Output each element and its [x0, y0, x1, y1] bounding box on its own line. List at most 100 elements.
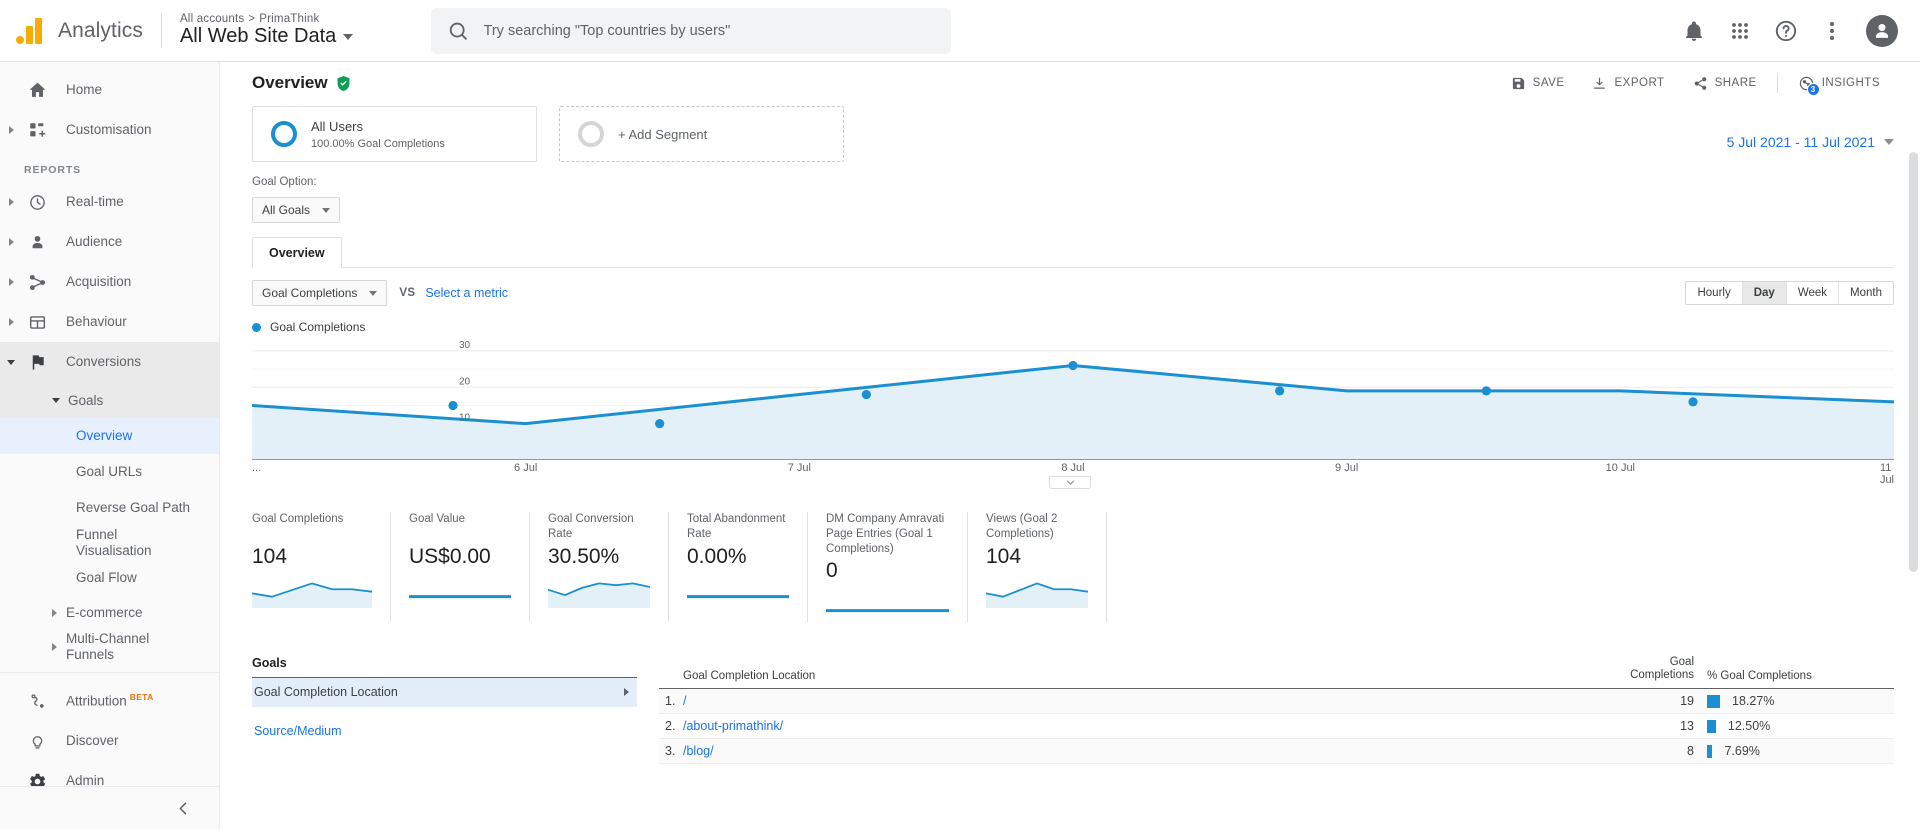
segment-ring-icon	[578, 121, 604, 147]
select-a-metric-link[interactable]: Select a metric	[425, 286, 508, 300]
svg-text:30: 30	[459, 340, 471, 351]
more-options-icon[interactable]	[1820, 19, 1844, 43]
sidebar-item-multi-channel-funnels[interactable]: Multi-Channel Funnels	[0, 630, 219, 664]
sidebar-item-label: Customisation	[66, 122, 152, 138]
share-icon	[1694, 76, 1706, 90]
sidebar-item-home[interactable]: Home	[0, 70, 219, 110]
sidebar-item-reverse-goal-path[interactable]: Reverse Goal Path	[0, 490, 219, 526]
granularity-toggle: Hourly Day Week Month	[1685, 281, 1894, 305]
sidebar-item-discover[interactable]: Discover	[0, 721, 219, 761]
clock-icon	[22, 193, 52, 212]
kpi-card[interactable]: DM Company Amravati Page Entries (Goal 1…	[808, 512, 968, 622]
granularity-week[interactable]: Week	[1786, 282, 1840, 304]
apps-grid-icon[interactable]	[1728, 19, 1752, 43]
chevron-down-icon	[369, 290, 378, 296]
granularity-month[interactable]: Month	[1839, 282, 1893, 304]
breadcrumb-separator: >	[248, 13, 256, 25]
help-icon[interactable]	[1774, 19, 1798, 43]
collapse-sidebar-button[interactable]	[0, 786, 219, 830]
save-button[interactable]: SAVE	[1497, 70, 1579, 96]
tab-overview[interactable]: Overview	[252, 237, 342, 268]
sidebar-item-conversions[interactable]: Conversions	[0, 342, 219, 382]
share-button[interactable]: SHARE	[1679, 70, 1771, 96]
sidebar-item-label: Goal URLs	[76, 464, 143, 480]
avatar[interactable]	[1866, 14, 1898, 47]
search-bar[interactable]	[431, 7, 952, 54]
view-name-label: All Web Site Data	[179, 25, 337, 47]
sidebar-item-customisation[interactable]: Customisation	[0, 110, 219, 150]
export-button[interactable]: EXPORT	[1578, 70, 1678, 96]
sidebar-item-label: E-commerce	[66, 605, 143, 621]
insights-label: INSIGHTS	[1821, 77, 1880, 89]
flag-icon	[22, 353, 52, 372]
verified-shield-icon	[337, 75, 350, 91]
kpi-card[interactable]: Goal Conversion Rate 30.50%	[530, 512, 669, 622]
expand-arrow-icon	[52, 643, 57, 651]
kpi-card[interactable]: Goal Completions 104	[252, 512, 391, 622]
notifications-bell-icon[interactable]	[1682, 19, 1706, 43]
goal-option-select[interactable]: All Goals	[252, 197, 341, 223]
sidebar-item-behaviour[interactable]: Behaviour	[0, 302, 219, 342]
kpi-row: Goal Completions 104 Goal Value US$0.00 Goal…	[252, 512, 1894, 622]
insights-button[interactable]: 3 INSIGHTS	[1784, 70, 1894, 96]
row-location-link[interactable]: /about-primathink/	[683, 719, 1602, 733]
expand-arrow-icon	[0, 198, 22, 206]
sidebar-item-attribution[interactable]: Attribution BETA	[0, 681, 219, 721]
sidebar-item-realtime[interactable]: Real-time	[0, 182, 219, 222]
sidebar-item-goal-flow[interactable]: Goal Flow	[0, 560, 219, 596]
row-percent-label: 18.27%	[1732, 694, 1775, 709]
main-scrollbar[interactable]	[1909, 62, 1918, 830]
row-location-link[interactable]: /	[683, 694, 1602, 708]
segment-all-users[interactable]: All Users 100.00% Goal Completions	[252, 106, 537, 162]
expand-arrow-icon	[52, 609, 57, 617]
table-row[interactable]: 2. /about-primathink/13 12.50%	[659, 714, 1894, 740]
kpi-label: Views (Goal 2 Completions)	[986, 513, 1058, 540]
sidebar-item-goal-urls[interactable]: Goal URLs	[0, 454, 219, 490]
row-completions: 13	[1680, 719, 1694, 734]
chart-x-axis: ... 6 Jul 7 Jul 8 Jul 9 Jul 10 Jul 11 Jul	[252, 462, 1894, 486]
divider	[1776, 73, 1778, 93]
add-segment-button[interactable]: + Add Segment	[559, 106, 844, 162]
sidebar-item-label: Admin	[66, 773, 105, 786]
primary-metric-select[interactable]: Goal Completions	[252, 280, 388, 306]
sidebar-item-goals-overview[interactable]: Overview	[0, 418, 219, 454]
account-selector[interactable]: All accounts > PrimaThink All Web Site Dat…	[179, 13, 354, 48]
kpi-card[interactable]: Goal Value US$0.00	[391, 512, 530, 622]
table-row[interactable]: 1. / 19 18.27%	[659, 689, 1894, 715]
goal-row-source-medium[interactable]: Source/Medium	[252, 717, 637, 746]
granularity-hourly[interactable]: Hourly	[1686, 282, 1743, 304]
sidebar-item-goals[interactable]: Goals	[0, 382, 219, 418]
save-icon	[1512, 77, 1524, 89]
table-row[interactable]: 3. /blog/8 7.69%	[659, 739, 1894, 765]
row-percent-cell: 18.27%	[1694, 694, 1894, 708]
tab-label: Overview	[269, 246, 325, 260]
search-input[interactable]	[483, 22, 936, 39]
kpi-sparkline	[409, 578, 511, 608]
sidebar-item-label: Home	[66, 82, 103, 98]
user-icon	[1875, 23, 1889, 38]
segment-row: All Users 100.00% Goal Completions + Add…	[220, 98, 1920, 162]
kpi-card[interactable]: Views (Goal 2 Completions) 104	[968, 512, 1107, 622]
scrollbar-thumb[interactable]	[1909, 152, 1918, 572]
svg-text:10: 10	[459, 413, 471, 424]
page-title-label: Overview	[252, 73, 328, 92]
sidebar-item-acquisition[interactable]: Acquisition	[0, 262, 219, 302]
kpi-card[interactable]: Total Abandonment Rate 0.00%	[669, 512, 808, 622]
page-title: Overview	[252, 73, 351, 93]
breadcrumb-accounts: All accounts	[179, 13, 245, 25]
kpi-value: 0.00%	[687, 545, 747, 568]
sidebar-item-label: Goal Flow	[76, 570, 137, 586]
chart-legend: Goal Completions	[220, 306, 1920, 334]
sidebar-item-ecommerce[interactable]: E-commerce	[0, 596, 219, 630]
vs-label: VS	[399, 287, 416, 299]
sidebar-item-admin[interactable]: Admin	[0, 761, 219, 786]
date-range-picker[interactable]: 5 Jul 2021 - 11 Jul 2021	[1727, 106, 1894, 162]
sidebar-item-audience[interactable]: Audience	[0, 222, 219, 262]
sidebar-item-funnel-visualisation[interactable]: Funnel Visualisation	[0, 526, 219, 560]
row-location-link[interactable]: /blog/	[683, 744, 1602, 758]
sidebar-nav: Home Customisation REPORTS Real-time Aud…	[0, 62, 219, 786]
goals-panel: Goals Goal Completion Location Source/Me…	[252, 656, 637, 764]
granularity-day[interactable]: Day	[1742, 282, 1787, 304]
goal-row-completion-location[interactable]: Goal Completion Location	[252, 677, 637, 707]
sidebar-item-label: Acquisition	[66, 274, 132, 290]
